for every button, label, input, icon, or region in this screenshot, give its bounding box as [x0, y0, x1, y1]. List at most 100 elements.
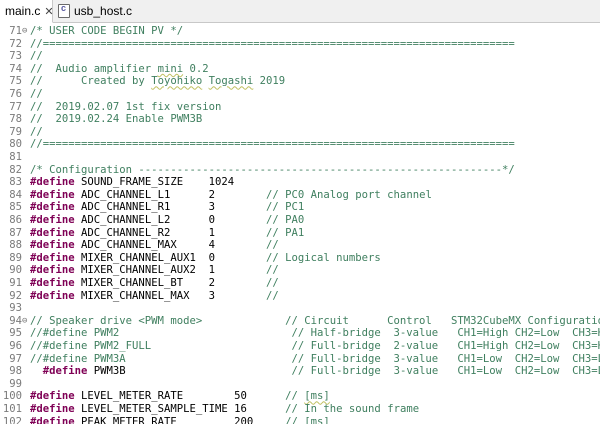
- code-token: //: [30, 125, 43, 138]
- code-line[interactable]: 83 #define SOUND_FRAME_SIZE 1024: [0, 176, 600, 189]
- tab-usb-host-c[interactable]: usb_host.c: [58, 0, 138, 22]
- code-line[interactable]: 72 //====================================…: [0, 38, 600, 51]
- code-text: // Created by Toyohiko Togashi 2019: [30, 75, 285, 88]
- code-line[interactable]: 74 // Audio amplifier mini 0.2: [0, 63, 600, 76]
- code-line[interactable]: 88 #define ADC_CHANNEL_MAX 4 //: [0, 239, 600, 252]
- code-token: MIXER_CHANNEL_AUX1 0: [74, 251, 266, 264]
- code-line[interactable]: 75 // Created by Toyohiko Togashi 2019: [0, 75, 600, 88]
- code-line[interactable]: 89 #define MIXER_CHANNEL_AUX1 0 // Logica…: [0, 252, 600, 265]
- code-token: mini: [157, 62, 184, 75]
- code-line[interactable]: 79 //: [0, 126, 600, 139]
- code-text: #define PWM3B // Full-bridge 3-value CH1…: [30, 365, 600, 378]
- code-token: // In the sound frame: [285, 403, 420, 415]
- tab-usb-host-c-label: usb_host.c: [74, 4, 133, 18]
- code-line[interactable]: 99: [0, 378, 600, 391]
- code-token: ADC_CHANNEL_R1 3: [74, 201, 266, 214]
- code-text: // Audio amplifier mini 0.2: [30, 63, 209, 76]
- code-line[interactable]: 87 #define ADC_CHANNEL_R2 1 // PA1: [0, 227, 600, 240]
- code-token: #define: [30, 188, 75, 201]
- tab-main-c[interactable]: main.c ✕: [0, 0, 54, 23]
- line-number: 98: [9, 365, 22, 378]
- code-token: //: [266, 239, 279, 252]
- code-line[interactable]: 102 #define PEAK_METER_RATE 200 // [ms]: [0, 416, 600, 424]
- code-token: //#define PWM2 // Half-bridge 3-value CH…: [30, 327, 600, 340]
- code-text: #define LEVEL_METER_RATE 50 // [ms]: [30, 390, 330, 403]
- code-token: #define: [30, 251, 75, 264]
- code-text: //#define PWM2 // Half-bridge 3-value CH…: [30, 327, 600, 340]
- fold-toggle-icon[interactable]: ⊖: [22, 25, 30, 38]
- code-token: [ms]: [304, 390, 330, 403]
- code-line[interactable]: 78 // 2019.02.24 Enable PWM3B: [0, 113, 600, 126]
- code-line[interactable]: 86 #define ADC_CHANNEL_L2 0 // PA0: [0, 214, 600, 227]
- line-number: 88: [9, 239, 22, 252]
- code-text: /* USER CODE BEGIN PV */: [30, 25, 183, 38]
- line-number: 81: [9, 151, 22, 163]
- code-line[interactable]: 97 //#define PWM3A // Full-bridge 3-value…: [0, 353, 600, 366]
- code-token: 0.2: [183, 62, 209, 75]
- code-token: LEVEL_METER_SAMPLE_TIME 16: [74, 403, 286, 415]
- line-number: 95: [9, 327, 22, 340]
- code-line[interactable]: 82 /* Configuration ---------------------…: [0, 164, 600, 177]
- code-line[interactable]: 85 #define ADC_CHANNEL_R1 3 // PC1: [0, 201, 600, 214]
- code-token: //======================================…: [30, 138, 515, 151]
- code-line[interactable]: 94 ⊖// Speaker drive <PWM mode> // Circui…: [0, 315, 600, 328]
- line-number: 77: [9, 100, 22, 113]
- code-token: #define: [30, 239, 75, 252]
- code-line[interactable]: 95 //#define PWM2 // Half-bridge 3-value …: [0, 327, 600, 340]
- code-line[interactable]: 73 //: [0, 50, 600, 63]
- code-line[interactable]: 101 #define LEVEL_METER_SAMPLE_TIME 16 //…: [0, 403, 600, 416]
- line-number: 102: [2, 415, 22, 424]
- code-line[interactable]: 80 //====================================…: [0, 138, 600, 151]
- line-number: 82: [9, 163, 22, 176]
- code-token: #define: [30, 226, 75, 239]
- line-number: 86: [9, 214, 22, 226]
- code-token: ADC_CHANNEL_L2 0: [74, 214, 266, 226]
- code-token: // PA1: [266, 226, 305, 239]
- line-number: 79: [9, 125, 22, 138]
- code-token: ADC_CHANNEL_MAX 4: [74, 239, 266, 252]
- fold-toggle-icon[interactable]: ⊖: [22, 315, 30, 328]
- line-number: 90: [9, 264, 22, 277]
- code-text: // Speaker drive <PWM mode> // Circuit C…: [30, 315, 600, 328]
- code-line[interactable]: 71 ⊖/* USER CODE BEGIN PV */: [0, 25, 600, 38]
- code-line[interactable]: 81: [0, 151, 600, 164]
- line-number: 91: [9, 277, 22, 289]
- code-token: // Audio amplifier: [30, 62, 158, 75]
- code-line[interactable]: 76 //: [0, 88, 600, 101]
- line-number: 92: [9, 289, 22, 302]
- line-number: 85: [9, 201, 22, 214]
- code-line[interactable]: 98 #define PWM3B // Full-bridge 3-value …: [0, 365, 600, 378]
- code-token: ADC_CHANNEL_R2 1: [74, 226, 266, 239]
- code-token: PEAK_METER_RATE 200: [74, 415, 286, 424]
- code-token: //#define PWM2_FULL // Full-bridge 2-val…: [30, 340, 600, 352]
- code-text: #define MIXER_CHANNEL_AUX2 1 //: [30, 264, 279, 277]
- code-token: //======================================…: [30, 37, 515, 50]
- code-text: #define ADC_CHANNEL_L1 2 // PC0 Analog p…: [30, 189, 432, 202]
- code-token: // PC0 Analog port channel: [266, 188, 432, 201]
- code-token: // 2019.02.24 Enable PWM3B: [30, 113, 203, 126]
- code-token: //: [266, 277, 279, 289]
- code-line[interactable]: 100 #define LEVEL_METER_RATE 50 // [ms]: [0, 390, 600, 403]
- line-number: 84: [9, 188, 22, 201]
- code-line[interactable]: 96 //#define PWM2_FULL // Full-bridge 2-v…: [0, 340, 600, 353]
- code-line[interactable]: 91 #define MIXER_CHANNEL_BT 2 //: [0, 277, 600, 290]
- code-token: #define: [30, 403, 75, 415]
- code-text: //======================================…: [30, 38, 515, 51]
- code-token: #define: [30, 264, 75, 277]
- line-number: 100: [2, 390, 22, 403]
- line-number: 73: [9, 50, 22, 63]
- code-line[interactable]: 92 #define MIXER_CHANNEL_MAX 3 //: [0, 290, 600, 303]
- code-token: //: [285, 390, 305, 403]
- line-number: 94: [9, 314, 22, 327]
- close-icon[interactable]: ✕: [44, 5, 53, 18]
- code-text: //: [30, 126, 43, 139]
- code-token: // Full-bridge 3-value CH1=Low CH2=Low C…: [291, 365, 600, 378]
- code-line[interactable]: 93: [0, 302, 600, 315]
- code-line[interactable]: 77 // 2019.02.07 1st fix version: [0, 101, 600, 114]
- code-editor[interactable]: 71 ⊖/* USER CODE BEGIN PV */72//=========…: [0, 23, 600, 424]
- code-text: #define LEVEL_METER_SAMPLE_TIME 16 // In…: [30, 403, 419, 416]
- code-token: // Speaker drive <PWM mode> // Circuit C…: [30, 314, 600, 327]
- code-line[interactable]: 84 #define ADC_CHANNEL_L1 2 // PC0 Analog…: [0, 189, 600, 202]
- code-token: MIXER_CHANNEL_AUX2 1: [74, 264, 266, 277]
- code-line[interactable]: 90 #define MIXER_CHANNEL_AUX2 1 //: [0, 264, 600, 277]
